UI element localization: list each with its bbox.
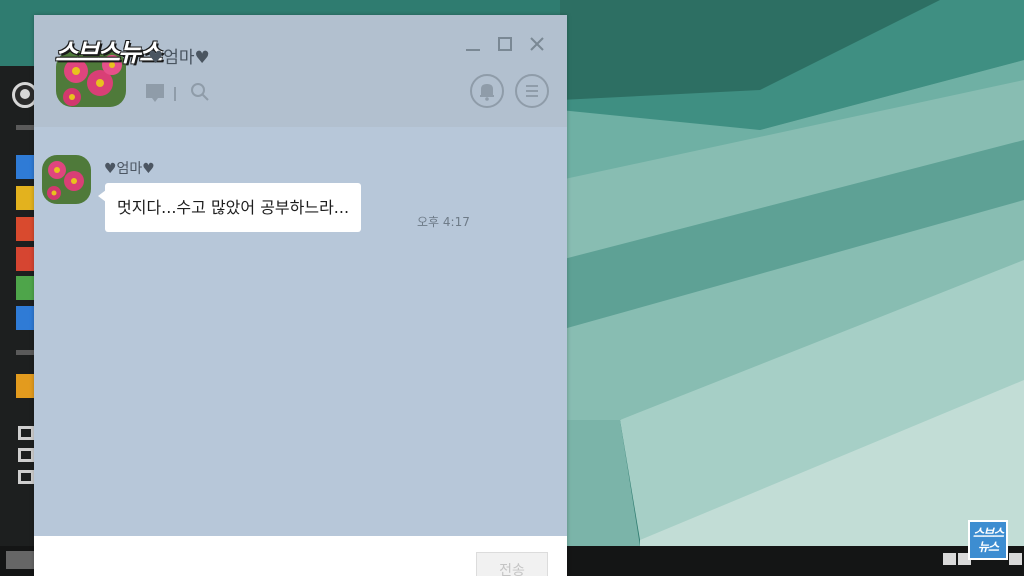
message-sender: ♥엄마♥ — [104, 161, 155, 177]
brand-logo: 스브스뉴스 — [55, 38, 162, 67]
message-bubble[interactable]: 멋지다...수고 많았어 공부하느라... — [105, 183, 362, 232]
message-time: 오후 4:17 — [417, 215, 470, 229]
message-avatar[interactable] — [42, 155, 91, 204]
tray-icon[interactable] — [943, 553, 956, 565]
bell-icon — [480, 84, 494, 101]
flower-avatar-image — [42, 155, 91, 204]
maximize-icon[interactable] — [494, 33, 516, 55]
header-divider — [174, 87, 176, 101]
close-icon[interactable] — [526, 33, 548, 55]
chat-window: 스브스뉴스 ♥엄마♥ ♥엄마♥ 멋지다...수고 많았어 공부하느라... 오후… — [34, 15, 567, 576]
search-icon[interactable] — [189, 81, 211, 103]
side-window-icon[interactable] — [18, 426, 34, 440]
menu-button[interactable] — [515, 74, 549, 108]
send-button[interactable]: 전송 — [476, 552, 548, 576]
taskbar-start-button[interactable] — [6, 551, 34, 569]
minimize-icon[interactable] — [462, 33, 484, 55]
side-window-icon[interactable] — [18, 448, 34, 462]
tray-icon[interactable] — [1009, 553, 1022, 565]
notification-button[interactable] — [470, 74, 504, 108]
side-window-icon[interactable] — [18, 470, 34, 484]
corner-brand-logo: 스브스뉴스 — [968, 520, 1008, 560]
menu-icon — [526, 85, 538, 97]
chat-title: ♥엄마♥ — [148, 48, 210, 68]
profile-card-icon[interactable] — [144, 81, 166, 103]
